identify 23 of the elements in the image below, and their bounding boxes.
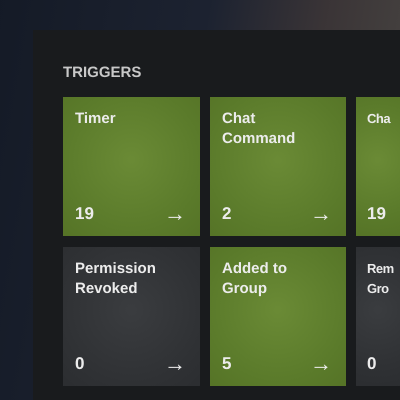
tile-count: 2: [222, 204, 232, 224]
arrow-icon: →: [164, 354, 186, 374]
trigger-tile[interactable]: Cha 19: [356, 97, 400, 236]
tile-title: Chat Command: [222, 109, 296, 149]
tile-title: Added to Group: [222, 259, 288, 299]
tile-count: 0: [75, 354, 84, 374]
arrow-icon: →: [164, 204, 186, 224]
tile-count: 0: [367, 354, 376, 374]
arrow-icon: →: [310, 354, 332, 374]
tile-title: Rem Gro: [367, 260, 395, 298]
tile-title: Timer: [75, 109, 116, 129]
tile-count: 19: [75, 204, 94, 224]
tile-title: Cha: [367, 110, 390, 128]
arrow-icon: →: [310, 204, 332, 224]
trigger-tile[interactable]: Rem Gro 0: [356, 247, 400, 386]
trigger-tile[interactable]: Permission Revoked 0 →: [63, 247, 200, 386]
section-title: TRIGGERS: [63, 64, 142, 82]
tile-count: 19: [367, 204, 386, 224]
trigger-tile[interactable]: Added to Group 5 →: [210, 247, 346, 386]
trigger-tile[interactable]: Chat Command 2 →: [210, 97, 346, 236]
tile-count: 5: [222, 354, 232, 374]
trigger-tile[interactable]: Timer 19 →: [63, 97, 200, 236]
tile-title: Permission Revoked: [75, 259, 157, 299]
